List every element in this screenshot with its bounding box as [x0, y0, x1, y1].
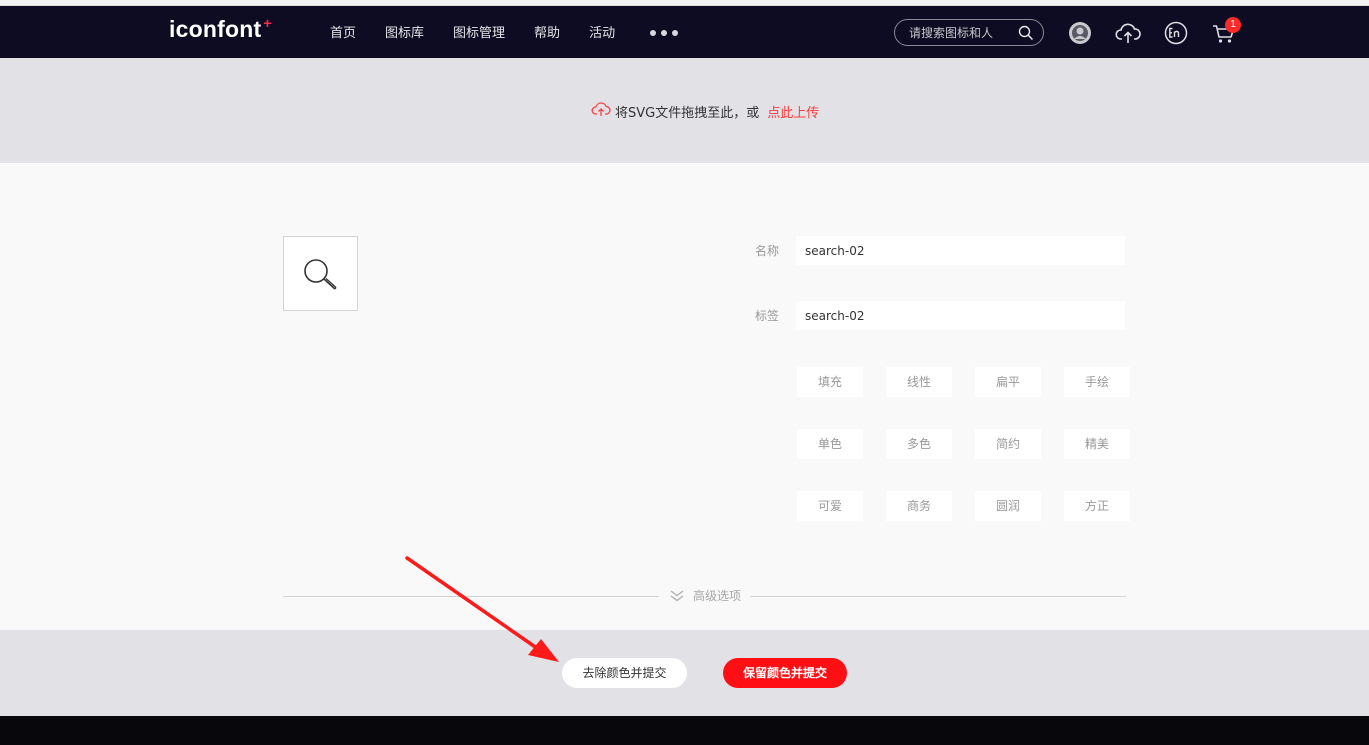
footer [0, 716, 1369, 745]
keep-color-submit-button[interactable]: 保留颜色并提交 [723, 658, 847, 688]
style-tag[interactable]: 单色 [797, 429, 863, 459]
divider [283, 596, 659, 597]
upload-prompt: 将SVG文件拖拽至此，或 点此上传 [591, 101, 819, 121]
main-nav: 首页 图标库 图标管理 帮助 活动 [330, 22, 644, 41]
iconfont-logo[interactable]: iconfont + [169, 15, 272, 43]
remove-color-submit-button[interactable]: 去除颜色并提交 [562, 658, 687, 688]
language-en-icon[interactable] [1163, 20, 1189, 46]
style-tag[interactable]: 多色 [886, 429, 952, 459]
upload-text: 将SVG文件拖拽至此，或 [615, 105, 760, 121]
header-search [894, 19, 1044, 46]
upload-cloud-icon[interactable] [1115, 20, 1141, 46]
icon-preview [283, 236, 358, 311]
click-upload-link[interactable]: 点此上传 [767, 102, 819, 121]
style-tag[interactable]: 填充 [797, 367, 863, 397]
style-tag[interactable]: 手绘 [1064, 367, 1130, 397]
divider [750, 596, 1126, 597]
tag-field[interactable] [796, 301, 1125, 330]
tag-label: 标签 [755, 309, 780, 323]
icon-edit-panel: 名称 标签 填充 线性 扁平 手绘 单色 多色 简约 精美 可爱 商务 圆润 方… [0, 163, 1369, 630]
nav-item-help[interactable]: 帮助 [534, 22, 560, 41]
user-avatar-icon[interactable] [1067, 20, 1093, 46]
style-tag[interactable]: 圆润 [975, 491, 1041, 521]
style-tag[interactable]: 线性 [886, 367, 952, 397]
advanced-options-toggle[interactable]: 高级选项 [669, 587, 741, 604]
style-tag[interactable]: 扁平 [975, 367, 1041, 397]
nav-item-activity[interactable]: 活动 [589, 22, 615, 41]
double-chevron-down-icon [670, 589, 684, 601]
search-icon[interactable] [1018, 25, 1034, 45]
submit-bar: 去除颜色并提交 保留颜色并提交 [0, 630, 1369, 716]
logo-text: iconfont [169, 16, 262, 42]
style-tag[interactable]: 可爱 [797, 491, 863, 521]
name-label: 名称 [755, 244, 780, 258]
search-input[interactable] [909, 24, 1009, 42]
search-icon [304, 259, 337, 290]
style-tag[interactable]: 精美 [1064, 429, 1130, 459]
nav-item-icon-management[interactable]: 图标管理 [453, 22, 505, 41]
logo-mark: + [263, 15, 272, 31]
advanced-options-label: 高级选项 [693, 589, 742, 603]
style-tag[interactable]: 简约 [975, 429, 1041, 459]
top-header: iconfont+ 首页 图标库 图标管理 帮助 活动 1 [0, 6, 1369, 58]
nav-item-icon-library[interactable]: 图标库 [385, 22, 424, 41]
more-dots-icon[interactable] [650, 30, 678, 36]
style-tag[interactable]: 方正 [1064, 491, 1130, 521]
name-field[interactable] [796, 236, 1125, 265]
upload-cloud-icon [591, 101, 611, 121]
nav-item-home[interactable]: 首页 [330, 22, 356, 41]
cart-count-badge: 1 [1225, 17, 1241, 33]
svg-drop-zone[interactable]: 将SVG文件拖拽至此，或 点此上传 [0, 58, 1369, 163]
style-tag[interactable]: 商务 [886, 491, 952, 521]
